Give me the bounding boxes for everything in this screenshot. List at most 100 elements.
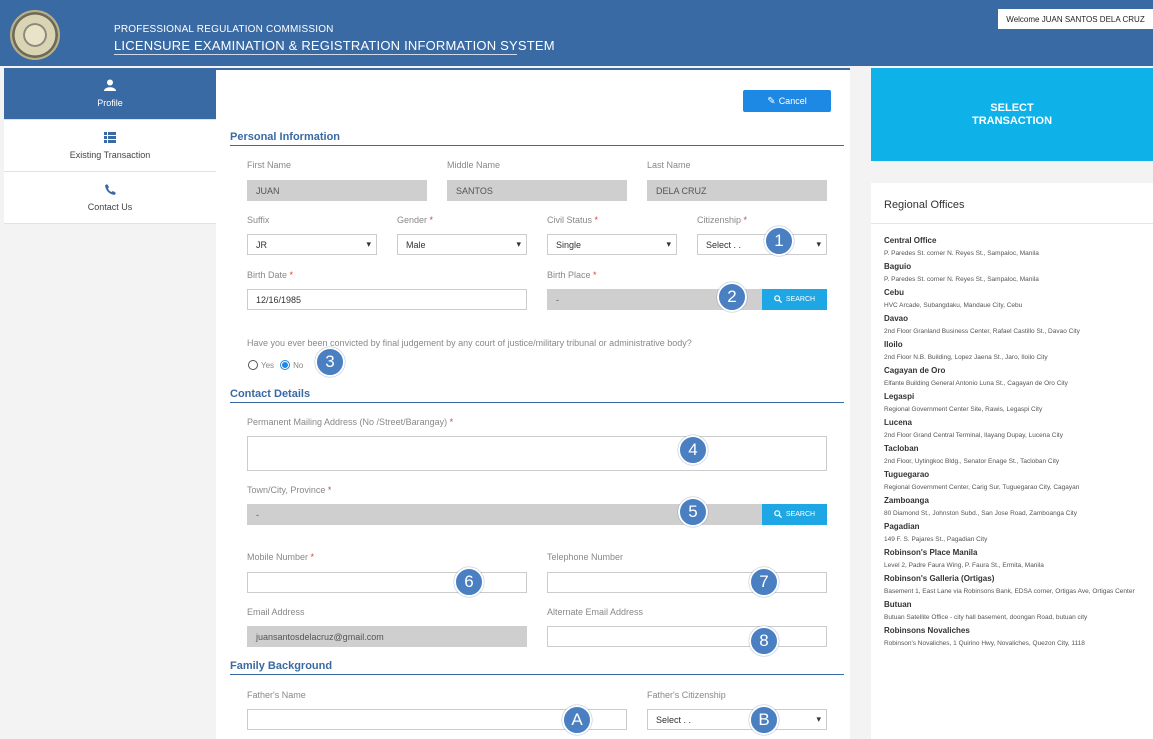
mobile-label: Mobile Number * <box>247 552 315 562</box>
office-address: Robinson's Novaliches, 1 Quirino Hwy, No… <box>884 640 1085 647</box>
annotation-badge-1: 1 <box>764 226 794 256</box>
office-address: Butuan Satellite Office - city hall base… <box>884 614 1088 621</box>
system-name: LICENSURE EXAMINATION & REGISTRATION INF… <box>114 38 555 53</box>
last-name-label: Last Name <box>647 160 691 170</box>
office-address: P. Paredes St. corner N. Reyes St., Samp… <box>884 276 1039 283</box>
user-icon <box>104 79 116 94</box>
office-name: Pagadian <box>884 522 920 531</box>
sidebar-item-existing-transaction[interactable]: Existing Transaction <box>4 120 216 172</box>
regional-offices-title: Regional Offices <box>871 183 1153 224</box>
search-icon <box>774 509 782 520</box>
regional-offices-list: Central Office P. Paredes St. corner N. R… <box>871 224 1153 660</box>
cancel-button[interactable]: ✎ Cancel <box>743 90 831 112</box>
org-name: PROFESSIONAL REGULATION COMMISSION <box>114 24 334 35</box>
sidebar-item-contact-us[interactable]: Contact Us <box>4 172 216 224</box>
annotation-badge-b: B <box>749 705 779 735</box>
section-divider <box>230 674 844 675</box>
town-search-button[interactable]: SEARCH <box>762 504 827 525</box>
telephone-label: Telephone Number <box>547 552 624 562</box>
welcome-user[interactable]: Welcome JUAN SANTOS DELA CRUZ <box>998 9 1153 29</box>
office-address: Level 2, Padre Faura Wing, P. Faura St.,… <box>884 562 1044 569</box>
office-name: Tacloban <box>884 444 919 453</box>
sidebar: Profile Existing Transaction Contact Us <box>4 68 224 224</box>
alt-email-label: Alternate Email Address <box>547 607 644 617</box>
office-name: Robinson's Galleria (Ortigas) <box>884 574 995 583</box>
birth-date-field[interactable]: 12/16/1985 <box>247 289 527 310</box>
telephone-field[interactable] <box>547 572 827 593</box>
sidebar-item-label: Profile <box>97 98 123 108</box>
section-title-family: Family Background <box>230 660 333 672</box>
office-name: Cebu <box>884 288 904 297</box>
office-address: 149 F. S. Pajares St., Pagadian City <box>884 536 988 543</box>
middle-name-label: Middle Name <box>447 160 501 170</box>
office-name: Robinsons Novaliches <box>884 626 970 635</box>
conviction-question: Have you ever been convicted by final ju… <box>247 338 692 348</box>
office-address: 2nd Floor N.B. Building, Lopez Jaena St.… <box>884 354 1048 361</box>
edit-icon: ✎ <box>767 95 776 107</box>
office-name: Iloilo <box>884 340 903 349</box>
gender-select[interactable]: Male <box>397 234 527 255</box>
office-name: Zamboanga <box>884 496 929 505</box>
office-address: 2nd Floor Granland Business Center, Rafa… <box>884 328 1080 335</box>
mobile-field[interactable] <box>247 572 527 593</box>
citizenship-select[interactable]: Select . . <box>697 234 827 255</box>
annotation-badge-3: 3 <box>315 347 345 377</box>
annotation-badge-a: A <box>562 705 592 735</box>
annotation-badge-7: 7 <box>749 567 779 597</box>
office-name: Legaspi <box>884 392 915 401</box>
last-name-field[interactable]: DELA CRUZ <box>647 180 827 201</box>
birth-place-search-button[interactable]: SEARCH <box>762 289 827 310</box>
office-address: HVC Arcade, Subangdaku, Mandaue City, Ce… <box>884 302 1023 309</box>
annotation-badge-8: 8 <box>749 626 779 656</box>
alt-email-field[interactable] <box>547 626 827 647</box>
birth-date-label: Birth Date * <box>247 270 294 280</box>
first-name-label: First Name <box>247 160 292 170</box>
section-title-personal: Personal Information <box>230 131 341 143</box>
annotation-badge-6: 6 <box>454 567 484 597</box>
select-transaction-button[interactable]: SELECT TRANSACTION <box>871 68 1153 161</box>
father-citizenship-select[interactable]: Select . . <box>647 709 827 730</box>
office-address: 2nd Floor Grand Central Terminal, Ilayan… <box>884 432 1063 439</box>
office-address: Basement 1, East Lane via Robinsons Bank… <box>884 588 1135 595</box>
town-label: Town/City, Province * <box>247 485 332 495</box>
email-field[interactable]: juansantosdelacruz@gmail.com <box>247 626 527 647</box>
office-name: Lucena <box>884 418 913 427</box>
office-address: Regional Government Center, Carig Sur, T… <box>884 484 1080 491</box>
annotation-badge-4: 4 <box>678 435 708 465</box>
office-name: Baguio <box>884 262 912 271</box>
phone-icon <box>104 183 116 198</box>
section-title-contact: Contact Details <box>230 388 311 400</box>
section-divider <box>230 145 844 146</box>
suffix-select[interactable]: JR <box>247 234 377 255</box>
office-address: 80 Diamond St., Johnston Subd., San Jose… <box>884 510 1077 517</box>
section-divider <box>230 402 844 403</box>
middle-name-field[interactable]: SANTOS <box>447 180 627 201</box>
sidebar-item-label: Contact Us <box>87 201 133 212</box>
radio-yes-label: Yes <box>261 360 275 370</box>
conviction-radio-group: Yes No <box>248 360 303 370</box>
gender-label: Gender * <box>397 215 434 225</box>
office-address: 2nd Floor, Uytingkoc Bldg., Senator Enag… <box>884 458 1060 465</box>
radio-no[interactable] <box>280 360 291 370</box>
email-label: Email Address <box>247 607 305 617</box>
suffix-label: Suffix <box>247 215 270 225</box>
address-textarea[interactable] <box>247 436 827 471</box>
radio-yes[interactable] <box>248 360 258 370</box>
civil-status-select[interactable]: Single <box>547 234 677 255</box>
civil-status-label: Civil Status * <box>547 215 599 225</box>
office-name: Cagayan de Oro <box>884 366 946 375</box>
sidebar-item-label: Existing Transaction <box>69 149 151 160</box>
prc-seal-logo <box>10 10 60 60</box>
first-name-field[interactable]: JUAN <box>247 180 427 201</box>
office-name: Tuguegarao <box>884 470 930 479</box>
radio-no-label: No <box>293 360 304 370</box>
office-address: P. Paredes St. corner N. Reyes St., Samp… <box>884 250 1039 257</box>
search-icon <box>774 294 782 305</box>
sidebar-item-profile[interactable]: Profile <box>4 68 224 120</box>
citizenship-label: Citizenship * <box>697 215 748 225</box>
office-name: Butuan <box>884 600 912 609</box>
regional-offices-panel: Regional Offices Central Office P. Parede… <box>871 183 1153 739</box>
app-header: PROFESSIONAL REGULATION COMMISSION LICEN… <box>0 0 1153 66</box>
father-citizenship-label: Father's Citizenship <box>647 690 726 700</box>
father-name-label: Father's Name <box>247 690 306 700</box>
